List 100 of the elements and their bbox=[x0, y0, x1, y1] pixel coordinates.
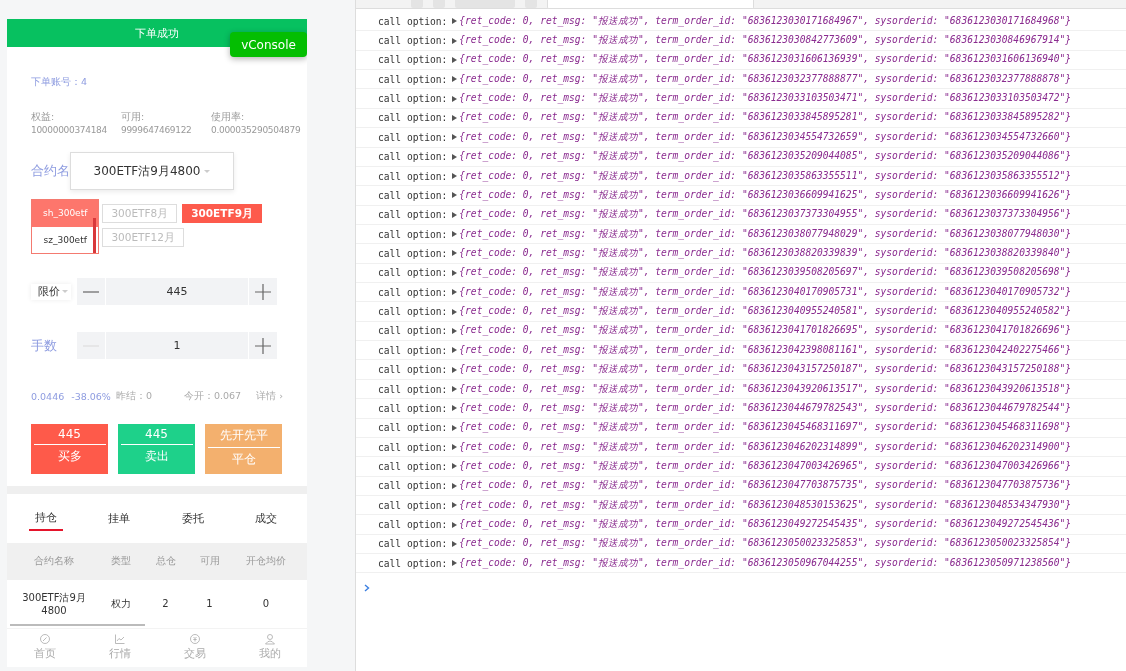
log-label: call option: bbox=[378, 538, 448, 550]
order-button[interactable]: 445 卖出 bbox=[118, 424, 195, 474]
plus-icon bbox=[255, 283, 271, 300]
expand-icon[interactable] bbox=[452, 95, 458, 102]
log-label: call option: bbox=[378, 131, 448, 143]
log-label: call option: bbox=[378, 402, 448, 414]
expand-icon[interactable] bbox=[452, 386, 458, 392]
expand-icon[interactable] bbox=[452, 424, 458, 431]
coin-icon bbox=[188, 633, 201, 646]
order-button[interactable]: 先开先平 平仓 bbox=[205, 424, 282, 474]
expand-icon[interactable] bbox=[452, 134, 458, 141]
log-label: call option: bbox=[378, 364, 448, 376]
expand-icon[interactable] bbox=[452, 482, 458, 489]
expand-icon[interactable] bbox=[452, 327, 458, 334]
log-label: call option: bbox=[378, 460, 448, 472]
table-cell-text: 300ETF沽9月 4800 bbox=[21, 591, 87, 617]
log-object: {ret_code: 0, ret_msg: "报送成功", term_order_id: "6836123046202314899", sysorderid: "6836123046202314900"} bbox=[459, 440, 1072, 454]
tab[interactable]: 成交 bbox=[249, 506, 283, 530]
expand-icon[interactable] bbox=[452, 289, 458, 296]
log-object: {ret_code: 0, ret_msg: "报送成功", term_order_id: "6836123037373304955", sysorderid: "6836123037373304956"} bbox=[459, 208, 1072, 222]
price-type-dropdown[interactable]: 限价 bbox=[31, 283, 71, 300]
month-tag[interactable]: 300ETF8月 bbox=[102, 204, 178, 223]
expand-icon[interactable] bbox=[452, 366, 458, 373]
expand-icon[interactable] bbox=[452, 444, 458, 451]
log-object: {ret_code: 0, ret_msg: "报送成功", term_order_id: "6836123050967044255", sysorderid: "6836123050971238560"} bbox=[459, 556, 1072, 570]
expand-icon[interactable] bbox=[452, 521, 458, 528]
log-label: call option: bbox=[378, 228, 448, 240]
log-label: call option: bbox=[378, 93, 448, 105]
expand-icon[interactable] bbox=[452, 153, 458, 160]
expand-icon[interactable] bbox=[452, 37, 458, 44]
log-label: call option: bbox=[378, 519, 448, 530]
expand-icon[interactable] bbox=[452, 560, 458, 567]
table-cell-text: 2 bbox=[161, 598, 170, 610]
expand-icon[interactable] bbox=[452, 18, 458, 25]
log-label: call option: bbox=[378, 499, 448, 511]
expand-icon[interactable] bbox=[452, 405, 458, 412]
log-object: {ret_code: 0, ret_msg: "报送成功", term_order_id: "6836123048530153625", sysorderid: "6836123048534347930"} bbox=[459, 498, 1072, 512]
log-object: {ret_code: 0, ret_msg: "报送成功", term_order_id: "6836123039508205697", sysorderid: "6836123039508205698"} bbox=[459, 266, 1072, 280]
expand-icon[interactable] bbox=[452, 211, 458, 218]
expand-icon[interactable] bbox=[452, 502, 458, 509]
log-label: call option: bbox=[378, 151, 448, 163]
expand-icon[interactable] bbox=[452, 114, 458, 121]
contract-label: 合约名 bbox=[31, 162, 71, 180]
month-tag[interactable]: 300ETF12月 bbox=[102, 228, 184, 247]
nav-item[interactable]: 交易 bbox=[175, 629, 214, 666]
nav-item[interactable]: 首页 bbox=[25, 629, 64, 666]
nav-item[interactable]: 我的 bbox=[250, 629, 289, 666]
order-button[interactable]: 445 买多 bbox=[31, 424, 108, 474]
column-header: 类型 bbox=[110, 554, 132, 569]
nav-item[interactable]: 行情 bbox=[100, 629, 139, 666]
stat-value: 10000000374184 bbox=[31, 125, 108, 135]
log-object: {ret_code: 0, ret_msg: "报送成功", term_order_id: "6836123030842773609", sysorderid: "6836123030846967914"} bbox=[459, 34, 1072, 48]
stat-value: 0.000035290504879 bbox=[211, 125, 301, 135]
exchange-option[interactable]: sh_300etf bbox=[32, 200, 99, 227]
month-tag[interactable]: 300ETF9月 bbox=[182, 204, 262, 223]
log-object: {ret_code: 0, ret_msg: "报送成功", term_order_id: "6836123044679782543", sysorderid: "6836123044679782544"} bbox=[459, 401, 1072, 415]
expand-icon[interactable] bbox=[452, 192, 458, 199]
vconsole-button[interactable]: vConsole bbox=[230, 32, 307, 57]
log-label: call option: bbox=[378, 189, 448, 201]
log-object: {ret_code: 0, ret_msg: "报送成功", term_order_id: "6836123033103503471", sysorderid: "6836123033103503472"} bbox=[459, 92, 1072, 106]
expand-icon[interactable] bbox=[452, 540, 458, 547]
expand-icon[interactable] bbox=[452, 308, 458, 315]
value-field[interactable]: 1 bbox=[106, 332, 248, 359]
log-object: {ret_code: 0, ret_msg: "报送成功", term_order_id: "6836123043920613517", sysorderid: "6836123043920613518"} bbox=[459, 382, 1072, 396]
expand-icon[interactable] bbox=[452, 231, 458, 238]
expand-icon[interactable] bbox=[452, 347, 458, 354]
tab[interactable]: 挂单 bbox=[102, 506, 137, 530]
tab[interactable]: 持仓 bbox=[29, 505, 63, 531]
column-header: 合约名称 bbox=[33, 554, 75, 569]
value-field[interactable]: 445 bbox=[106, 278, 248, 305]
log-label: call option: bbox=[378, 54, 448, 66]
prompt-icon bbox=[364, 584, 370, 593]
stat-label: 使用率: bbox=[211, 111, 246, 124]
log-object: {ret_code: 0, ret_msg: "报送成功", term_order_id: "6836123040170905731", sysorderid: "6836123040170905732"} bbox=[459, 285, 1072, 299]
log-object: {ret_code: 0, ret_msg: "报送成功", term_order_id: "6836123035209044085", sysorderid: "6836123035209044086"} bbox=[459, 150, 1072, 164]
tab[interactable]: 委托 bbox=[175, 506, 210, 530]
log-label: call option: bbox=[378, 248, 448, 259]
log-label: call option: bbox=[378, 557, 448, 569]
change-percent: -38.06% bbox=[71, 391, 111, 402]
scrollbar[interactable] bbox=[10, 624, 145, 627]
expand-icon[interactable] bbox=[452, 463, 458, 470]
scrollbar[interactable] bbox=[93, 218, 97, 253]
expand-icon[interactable] bbox=[452, 173, 458, 180]
quantity-label: 手数 bbox=[31, 336, 58, 355]
expand-icon[interactable] bbox=[452, 56, 458, 63]
log-object: {ret_code: 0, ret_msg: "报送成功", term_order_id: "6836123041701826695", sysorderid: "6836123041701826696"} bbox=[459, 324, 1072, 338]
log-object: {ret_code: 0, ret_msg: "报送成功", term_order_id: "6836123033845895281", sysorderid: "6836123033845895282"} bbox=[459, 111, 1072, 125]
expand-icon[interactable] bbox=[452, 76, 458, 83]
log-label: call option: bbox=[378, 112, 448, 124]
stat-label: 可用: bbox=[121, 111, 146, 124]
account-label: 下单账号：4 bbox=[31, 76, 89, 89]
details-link[interactable]: 详情 › bbox=[256, 390, 283, 403]
log-label: call option: bbox=[378, 35, 448, 47]
log-object: {ret_code: 0, ret_msg: "报送成功", term_order_id: "6836123047703875735", sysorderid: "6836123047703875736"} bbox=[459, 479, 1072, 493]
expand-icon[interactable] bbox=[452, 250, 458, 257]
log-label: call option: bbox=[378, 441, 448, 453]
contract-dropdown[interactable]: 300ETF沽9月4800 bbox=[70, 152, 234, 190]
log-object: {ret_code: 0, ret_msg: "报送成功", term_order_id: "6836123040955240581", sysorderid: "6836123040955240582"} bbox=[459, 305, 1072, 319]
log-object: {ret_code: 0, ret_msg: "报送成功", term_order_id: "6836123030171684967", sysorderid: "6836123030171684968"} bbox=[459, 14, 1072, 28]
expand-icon[interactable] bbox=[452, 269, 458, 276]
